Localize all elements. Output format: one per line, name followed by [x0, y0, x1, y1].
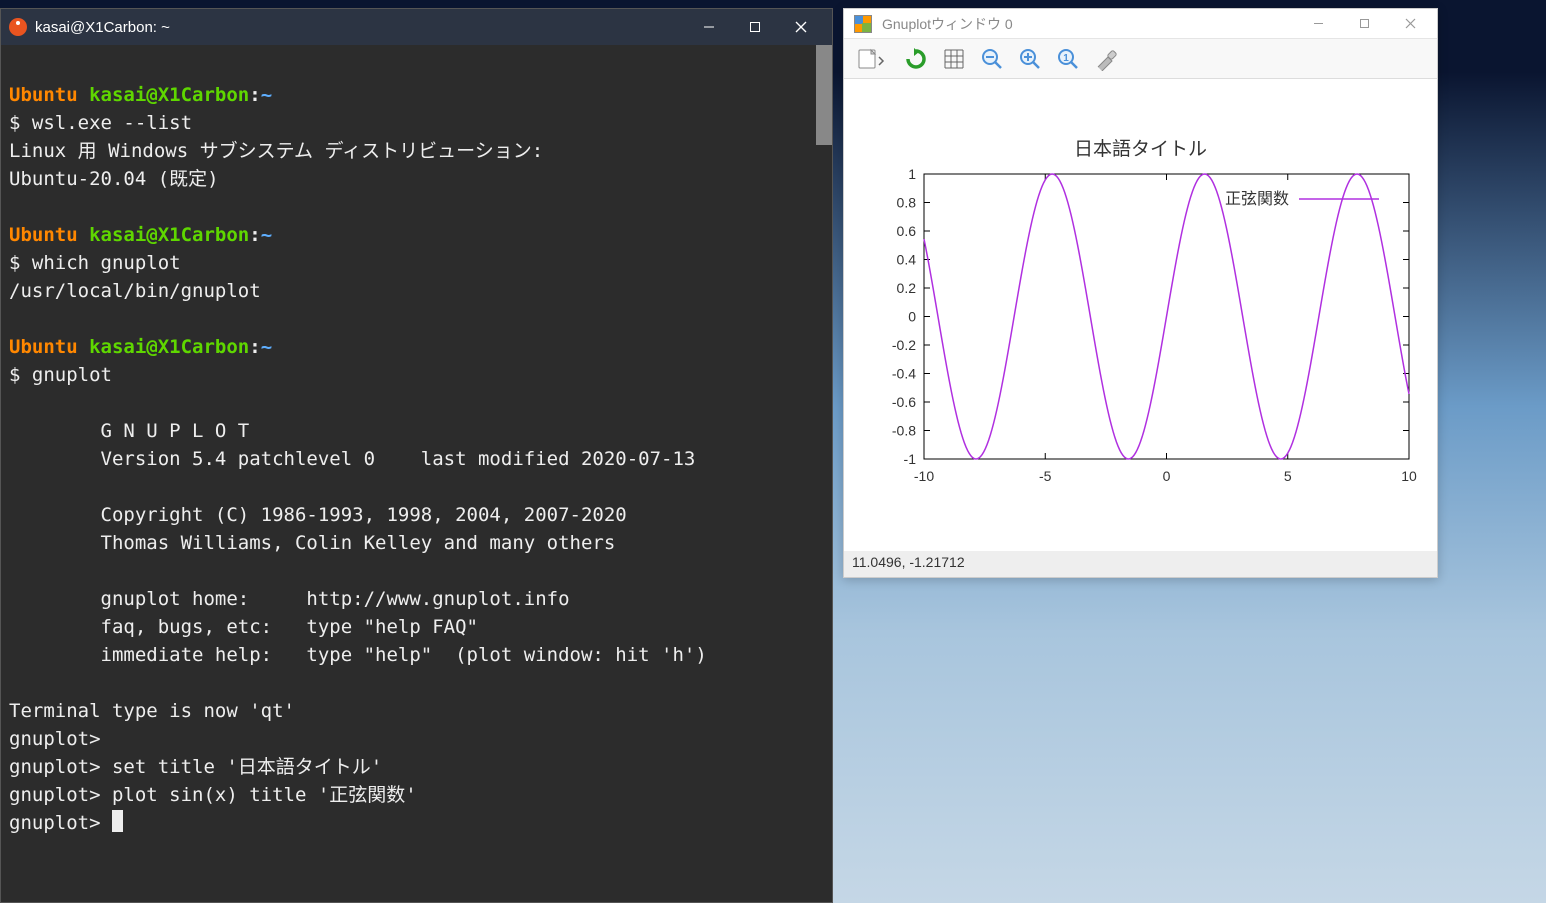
close-button[interactable]	[1387, 9, 1433, 39]
terminal-line	[9, 557, 824, 585]
svg-text:-0.4: -0.4	[892, 366, 916, 382]
scrollbar[interactable]	[816, 45, 832, 145]
terminal-line: immediate help: type "help" (plot window…	[9, 641, 824, 669]
svg-text:-0.8: -0.8	[892, 423, 916, 439]
gnuplot-titlebar[interactable]: Gnuplotウィンドウ 0	[844, 9, 1437, 39]
minimize-button[interactable]	[1295, 9, 1341, 39]
terminal-line: $ wsl.exe --list	[9, 109, 824, 137]
terminal-line: Version 5.4 patchlevel 0 last modified 2…	[9, 445, 824, 473]
status-bar: 11.0496, -1.21712	[844, 551, 1437, 577]
terminal-line	[9, 305, 824, 333]
svg-text:0.2: 0.2	[897, 280, 917, 296]
svg-text:0.6: 0.6	[897, 223, 917, 239]
terminal-line	[9, 53, 824, 81]
svg-text:-10: -10	[914, 468, 934, 484]
svg-text:1: 1	[1063, 53, 1069, 64]
svg-text:-1: -1	[904, 451, 917, 467]
cursor	[112, 810, 123, 832]
terminal-line	[9, 193, 824, 221]
svg-text:-0.6: -0.6	[892, 394, 916, 410]
svg-text:5: 5	[1284, 468, 1292, 484]
terminal-line: Terminal type is now 'qt'	[9, 697, 824, 725]
terminal-line	[9, 473, 824, 501]
terminal-titlebar[interactable]: kasai@X1Carbon: ~	[1, 9, 832, 45]
svg-text:正弦関数: 正弦関数	[1225, 190, 1289, 208]
svg-text:1: 1	[908, 166, 916, 182]
gnuplot-app-icon	[854, 15, 872, 33]
terminal-line: gnuplot>	[9, 809, 824, 837]
settings-icon[interactable]	[1092, 45, 1120, 73]
terminal-line: /usr/local/bin/gnuplot	[9, 277, 824, 305]
window-controls	[1295, 9, 1433, 39]
export-icon[interactable]	[852, 45, 892, 73]
reload-icon[interactable]	[902, 45, 930, 73]
close-button[interactable]	[778, 9, 824, 45]
terminal-prompt: Ubuntu kasai@X1Carbon:~	[9, 81, 824, 109]
zoom-reset-icon[interactable]: 1	[1054, 45, 1082, 73]
svg-text:-0.2: -0.2	[892, 337, 916, 353]
terminal-line	[9, 669, 824, 697]
svg-text:0: 0	[908, 309, 916, 325]
svg-text:10: 10	[1401, 468, 1417, 484]
terminal-body[interactable]: Ubuntu kasai@X1Carbon:~ $ wsl.exe --list…	[1, 45, 832, 902]
terminal-line: Thomas Williams, Colin Kelley and many o…	[9, 529, 824, 557]
terminal-line: faq, bugs, etc: type "help FAQ"	[9, 613, 824, 641]
terminal-line: gnuplot> plot sin(x) title '正弦関数'	[9, 781, 824, 809]
terminal-line: G N U P L O T	[9, 417, 824, 445]
terminal-line: gnuplot>	[9, 725, 824, 753]
window-controls	[686, 9, 824, 45]
terminal-line: gnuplot> set title '日本語タイトル'	[9, 753, 824, 781]
gnuplot-title: Gnuplotウィンドウ 0	[882, 14, 1295, 34]
terminal-line: $ which gnuplot	[9, 249, 824, 277]
ubuntu-icon	[9, 18, 27, 36]
terminal-line: Linux 用 Windows サブシステム ディストリビューション:	[9, 137, 824, 165]
terminal-line: Copyright (C) 1986-1993, 1998, 2004, 200…	[9, 501, 824, 529]
gnuplot-toolbar: 1	[844, 39, 1437, 79]
grid-icon[interactable]	[940, 45, 968, 73]
terminal-line: $ gnuplot	[9, 361, 824, 389]
terminal-prompt: Ubuntu kasai@X1Carbon:~	[9, 333, 824, 361]
minimize-button[interactable]	[686, 9, 732, 45]
plot-svg: -1 -0.8 -0.6 -0.4 -0.2 0 0.2 0.4 0.6 0.8 1 -10 -5 0 5 1…	[844, 79, 1439, 554]
terminal-title: kasai@X1Carbon: ~	[35, 19, 686, 36]
terminal-line	[9, 389, 824, 417]
maximize-button[interactable]	[732, 9, 778, 45]
svg-text:0.8: 0.8	[897, 195, 917, 211]
terminal-window: kasai@X1Carbon: ~ Ubuntu kasai@X1Carbon:…	[0, 8, 833, 903]
svg-text:0.4: 0.4	[897, 252, 917, 268]
svg-text:0: 0	[1163, 468, 1171, 484]
terminal-line: gnuplot home: http://www.gnuplot.info	[9, 585, 824, 613]
plot-canvas[interactable]: 日本語タイトル -1-0.8-0.6-0.4-0.200.20.40.60.81…	[844, 79, 1437, 551]
svg-text:-5: -5	[1039, 468, 1052, 484]
zoom-in-icon[interactable]	[1016, 45, 1044, 73]
gnuplot-window: Gnuplotウィンドウ 0 1 日本語タイトル	[843, 8, 1438, 578]
terminal-line: Ubuntu-20.04 (既定)	[9, 165, 824, 193]
zoom-out-icon[interactable]	[978, 45, 1006, 73]
maximize-button[interactable]	[1341, 9, 1387, 39]
terminal-prompt: Ubuntu kasai@X1Carbon:~	[9, 221, 824, 249]
